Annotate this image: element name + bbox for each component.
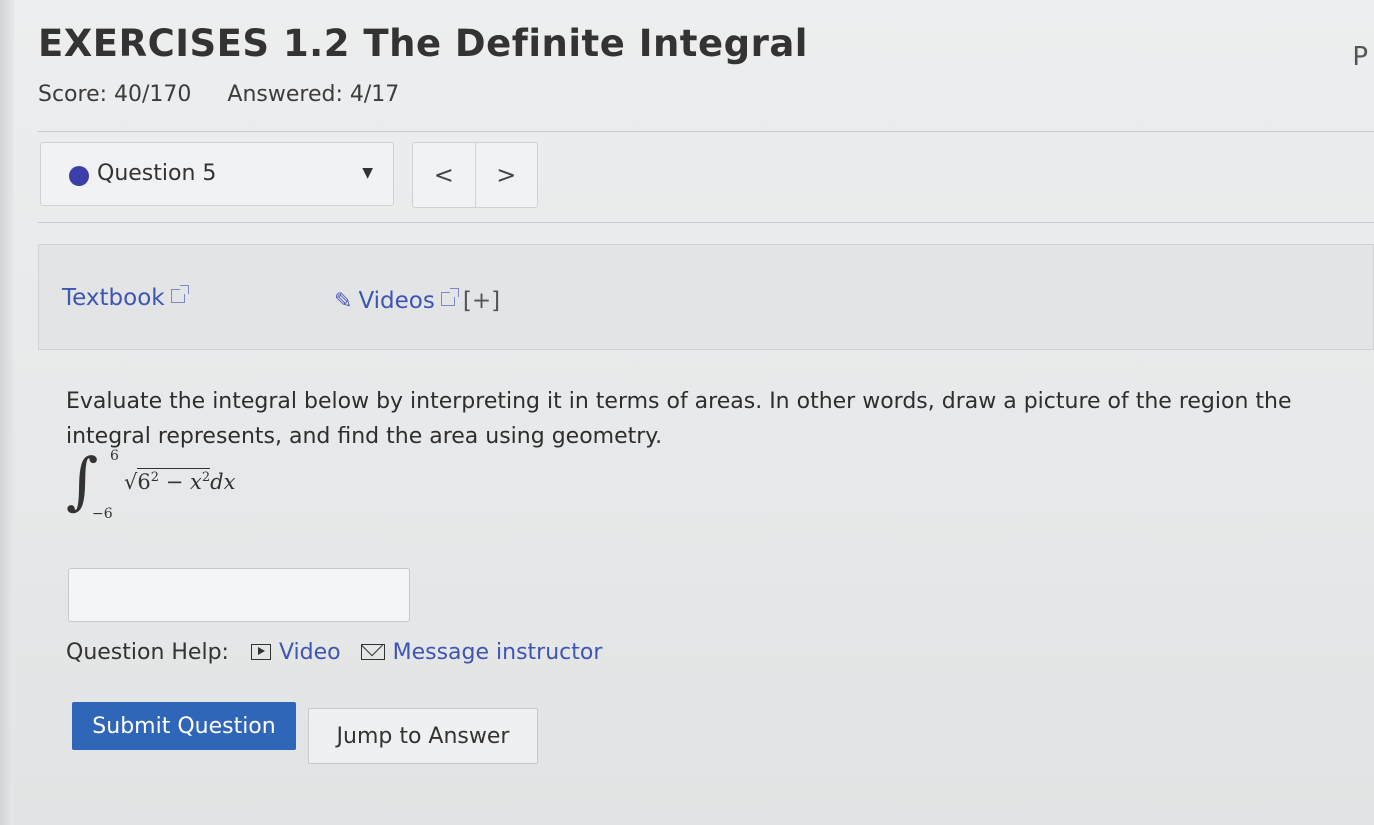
integral-lower-limit: −6 bbox=[92, 506, 113, 522]
answered-text: Answered: 4/17 bbox=[227, 82, 400, 107]
question-pager: < > bbox=[412, 142, 538, 208]
window-edge bbox=[0, 0, 14, 825]
radicand-exponent: 2 bbox=[150, 470, 160, 485]
resources-panel bbox=[38, 244, 1374, 350]
external-link-icon bbox=[440, 288, 459, 306]
question-select[interactable]: Question 5 ▼ bbox=[40, 142, 394, 206]
videos-resource: ✎ Videos [+] bbox=[334, 288, 500, 314]
page-title: EXERCISES 1.2 The Definite Integral bbox=[38, 22, 808, 65]
answer-input[interactable] bbox=[68, 568, 410, 622]
question-status-dot-icon bbox=[69, 166, 89, 186]
page: EXERCISES 1.2 The Definite Integral P Sc… bbox=[0, 0, 1374, 825]
textbook-link[interactable]: Textbook bbox=[62, 285, 189, 311]
previous-question-button[interactable]: < bbox=[413, 143, 475, 207]
help-video-link[interactable]: Video bbox=[279, 640, 341, 665]
variable: x bbox=[190, 470, 202, 494]
envelope-icon bbox=[360, 644, 385, 660]
submit-question-button[interactable]: Submit Question bbox=[72, 702, 296, 750]
jump-to-answer-button[interactable]: Jump to Answer bbox=[308, 708, 538, 764]
score-line: Score: 40/170 Answered: 4/17 bbox=[38, 82, 435, 107]
message-instructor-link[interactable]: Message instructor bbox=[393, 640, 603, 665]
divider bbox=[38, 131, 1374, 132]
textbook-link-label: Textbook bbox=[62, 285, 165, 311]
cutoff-corner-text: P bbox=[1352, 42, 1368, 72]
question-help: Question Help: Video Message instructor bbox=[66, 640, 602, 665]
question-select-label: Question 5 bbox=[97, 161, 217, 186]
chevron-down-icon: ▼ bbox=[362, 165, 373, 181]
question-prompt: Evaluate the integral below by interpret… bbox=[66, 389, 1292, 449]
score-text: Score: 40/170 bbox=[38, 82, 192, 107]
square-root-sign: √ bbox=[124, 470, 138, 494]
external-link-icon bbox=[170, 285, 189, 303]
paperclip-icon: ✎ bbox=[334, 289, 353, 314]
divider bbox=[38, 222, 1374, 223]
radicand-base: 6 bbox=[137, 470, 151, 494]
variable-exponent: 2 bbox=[201, 470, 211, 485]
integral-expression: ∫ 6 −6 √62 − x2dx bbox=[66, 448, 326, 528]
radicand: 62 − x2 bbox=[137, 468, 211, 494]
expand-videos-toggle[interactable]: [+] bbox=[463, 288, 500, 314]
integral-upper-limit: 6 bbox=[110, 448, 119, 464]
next-question-button[interactable]: > bbox=[474, 143, 538, 207]
differential: dx bbox=[210, 470, 236, 494]
question-help-label: Question Help: bbox=[66, 640, 229, 665]
video-play-icon bbox=[250, 644, 271, 660]
videos-link[interactable]: Videos bbox=[358, 288, 434, 314]
integral-sign: ∫ bbox=[66, 444, 99, 517]
integrand: √62 − x2dx bbox=[124, 468, 236, 494]
minus-sign: − bbox=[159, 470, 190, 494]
